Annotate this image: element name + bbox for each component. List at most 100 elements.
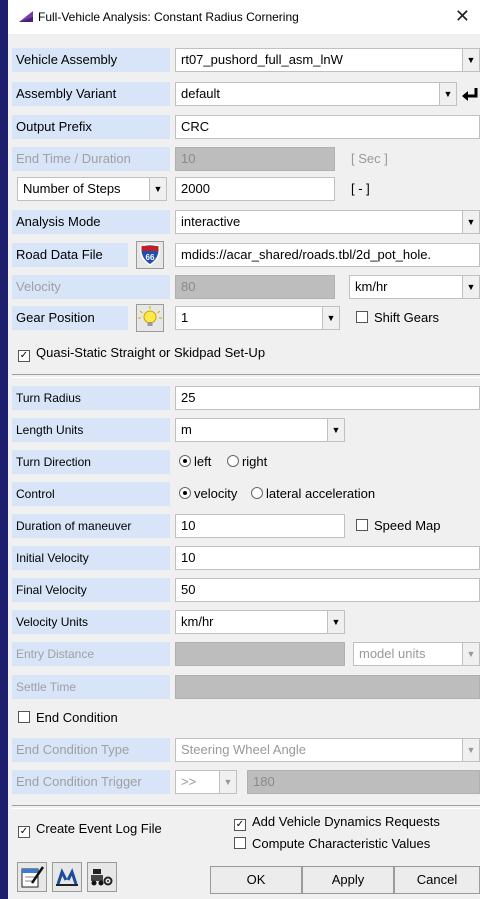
velocity-unit-select[interactable]: km/hr ▼ [349,275,480,299]
chevron-down-icon[interactable]: ▼ [439,83,456,105]
velocity-unit-value: km/hr [355,279,388,294]
apply-button[interactable]: Apply [302,866,394,894]
control-lateral-label: lateral acceleration [265,486,376,501]
control-group: velocity lateral acceleration [179,482,375,506]
create-event-log-checkbox[interactable]: ✓ Create Event Log File [18,817,162,841]
chevron-down-icon[interactable]: ▼ [462,49,479,71]
gear-hint-button[interactable] [136,304,164,332]
entry-distance-input [175,642,345,666]
steps-input[interactable]: 2000 [175,177,335,201]
end-condition-type-label: End Condition Type [12,738,170,762]
shift-gears-label: Shift Gears [374,310,440,325]
duration-label: Duration of maneuver [12,514,170,538]
compute-char-checkbox[interactable]: Compute Characteristic Values [234,832,430,856]
output-prefix-input[interactable]: CRC [175,115,480,139]
road-data-file-input[interactable]: mdids://acar_shared/roads.tbl/2d_pot_hol… [175,243,480,267]
dialog-window: Full-Vehicle Analysis: Constant Radius C… [0,0,480,899]
analysis-mode-select[interactable]: interactive ▼ [175,210,480,234]
radio-velocity[interactable] [179,487,191,499]
analysis-mode-label: Analysis Mode [12,210,170,234]
speed-map-checkbox[interactable]: Speed Map [356,514,441,538]
checkbox-checked[interactable]: ✓ [18,350,30,362]
enter-return-icon[interactable] [461,86,479,102]
end-condition-checkbox[interactable]: End Condition [18,706,118,730]
chevron-down-icon: ▼ [462,643,479,665]
svg-text:66: 66 [146,253,155,262]
output-prefix-label: Output Prefix [12,115,170,139]
turn-direction-group: left right [179,450,347,474]
length-units-select[interactable]: m ▼ [175,418,345,442]
quasi-static-checkbox[interactable]: ✓ Quasi-Static Straight or Skidpad Set-Up [18,341,265,365]
radio-right[interactable] [226,455,239,467]
control-label: Control [12,482,170,506]
turn-radius-label: Turn Radius [12,386,170,410]
chevron-down-icon: ▼ [219,771,236,793]
vehicle-assembly-field[interactable]: rt07_pushord_full_asm_lnW ▼ [175,48,480,72]
shift-gears-checkbox[interactable]: Shift Gears [356,306,439,330]
gear-position-value: 1 [181,310,189,325]
checkbox-box[interactable] [356,311,368,323]
swing-graph-button[interactable] [52,862,82,892]
chevron-down-icon[interactable]: ▼ [149,178,166,200]
interstate-shield-icon: 66 [139,243,161,266]
end-time-unit: [ Sec ] [351,151,388,166]
chevron-down-icon[interactable]: ▼ [327,611,344,633]
radio-left[interactable] [179,455,191,467]
end-time-input: 10 [175,147,335,171]
velocity-units-label: Velocity Units [12,610,170,634]
window-accent-bar [0,0,8,899]
settle-time-input [175,675,480,699]
end-time-label: End Time / Duration [12,147,170,171]
trigger-value-input: 180 [247,770,480,794]
analysis-mode-value: interactive [181,214,241,229]
assembly-variant-field[interactable]: default ▼ [175,82,457,106]
velocity-units-select[interactable]: km/hr ▼ [175,610,345,634]
compute-char-label: Compute Characteristic Values [252,836,431,851]
steps-mode-select[interactable]: Number of Steps ▼ [17,177,167,201]
section-divider [12,805,480,809]
chevron-down-icon[interactable]: ▼ [322,307,339,329]
radio-lateral-acceleration[interactable] [250,487,263,499]
settle-time-label: Settle Time [12,675,170,699]
turn-right-label: right [241,454,268,469]
vehicle-settings-button[interactable] [87,862,117,892]
notepad-button[interactable] [17,862,47,892]
gear-position-label: Gear Position [12,306,128,330]
chevron-down-icon[interactable]: ▼ [462,276,479,298]
initial-velocity-label: Initial Velocity [12,546,170,570]
road-browse-button[interactable]: 66 [136,241,164,269]
assembly-variant-value: default [181,86,221,101]
cancel-button[interactable]: Cancel [394,866,480,894]
checkbox-box[interactable] [356,519,368,531]
lightbulb-icon [138,306,162,326]
checkbox-checked[interactable]: ✓ [18,826,30,838]
notepad-pen-icon [21,866,45,888]
window-title: Full-Vehicle Analysis: Constant Radius C… [38,10,299,24]
turn-radius-input[interactable]: 25 [175,386,480,410]
section-divider [12,374,480,378]
velocity-units-value: km/hr [181,614,214,629]
add-vdr-checkbox[interactable]: ✓ Add Vehicle Dynamics Requests [234,810,440,834]
dialog-body: Vehicle Assembly rt07_pushord_full_asm_l… [12,34,480,899]
initial-velocity-input[interactable]: 10 [175,546,480,570]
speed-map-label: Speed Map [374,518,441,533]
checkbox-box[interactable] [234,837,246,849]
turn-direction-label: Turn Direction [12,450,170,474]
length-units-label: Length Units [12,418,170,442]
checkbox-box[interactable] [18,711,30,723]
duration-input[interactable]: 10 [175,514,345,538]
quasi-static-label: Quasi-Static Straight or Skidpad Set-Up [36,345,266,360]
entry-distance-label: Entry Distance [12,642,170,666]
control-velocity-label: velocity [194,486,238,501]
chevron-down-icon[interactable]: ▼ [462,211,479,233]
end-condition-type-value: Steering Wheel Angle [181,742,307,757]
length-units-value: m [181,422,192,437]
final-velocity-input[interactable]: 50 [175,578,480,602]
ok-button[interactable]: OK [210,866,302,894]
chevron-down-icon[interactable]: ▼ [327,419,344,441]
checkbox-checked[interactable]: ✓ [234,819,246,831]
close-icon[interactable]: ✕ [455,6,470,27]
title-bar[interactable]: Full-Vehicle Analysis: Constant Radius C… [8,0,480,34]
final-velocity-label: Final Velocity [12,578,170,602]
gear-position-select[interactable]: 1 ▼ [175,306,340,330]
